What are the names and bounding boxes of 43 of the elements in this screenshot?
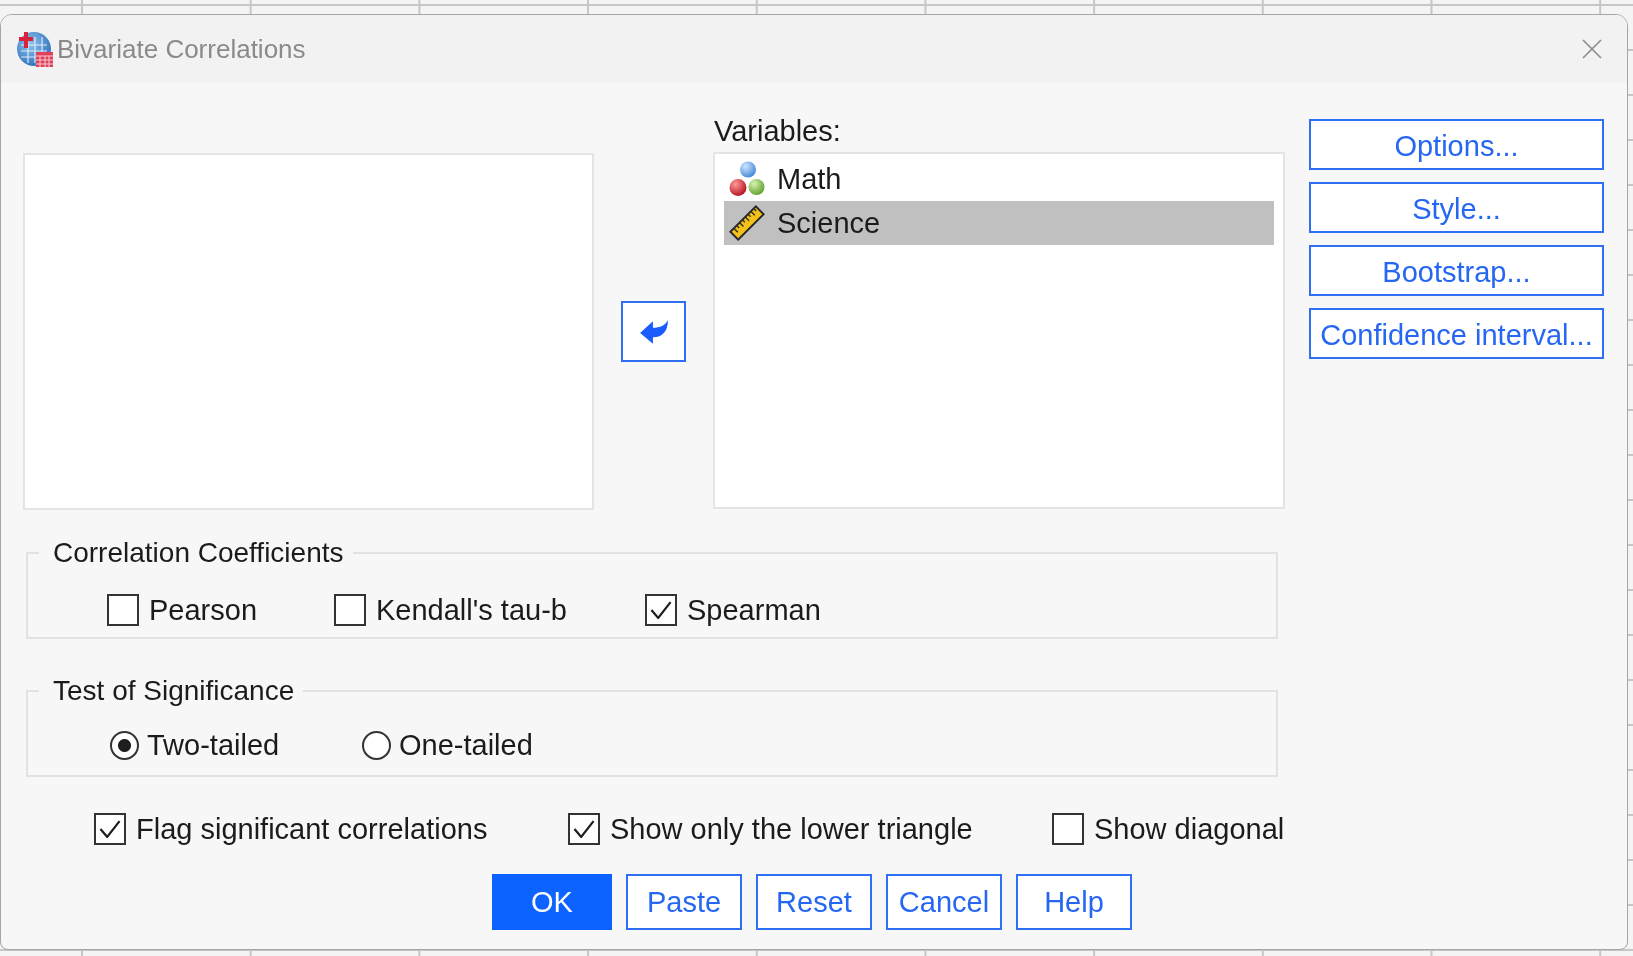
variable-name: Math (777, 162, 842, 196)
checkbox[interactable] (334, 594, 366, 626)
checkmark-icon (99, 820, 121, 838)
variable-item[interactable]: Science (724, 201, 1274, 245)
option-label: Show only the lower triangle (610, 812, 973, 846)
option-label: Spearman (687, 593, 821, 627)
list-label: Variables: (714, 114, 841, 148)
variable-list[interactable]: Math Science (713, 152, 1285, 509)
group-title: Correlation Coefficients (52, 537, 345, 569)
curved-arrow-icon (638, 318, 669, 345)
group-title: Test of Significance (52, 675, 296, 707)
dialog-button[interactable]: Help (1016, 874, 1132, 930)
radio-button[interactable] (362, 730, 391, 760)
dialog-button[interactable]: Options... (1309, 119, 1604, 170)
radio-button[interactable] (110, 730, 139, 760)
option-label: Two-tailed (147, 728, 280, 762)
variable-item[interactable]: Math (724, 157, 1274, 201)
close-button[interactable] (1582, 39, 1602, 59)
checkbox[interactable] (568, 813, 600, 845)
option-label: One-tailed (399, 728, 533, 762)
globe-table-icon (17, 31, 53, 67)
dialog-button[interactable]: Style... (1309, 182, 1604, 233)
option-label: Show diagonal (1094, 812, 1285, 846)
checkmark-icon (573, 820, 595, 838)
dialog-button[interactable]: Confidence interval... (1309, 308, 1604, 359)
three-balls-icon (729, 161, 765, 197)
option-label: Kendall's tau-b (376, 593, 567, 627)
checkbox[interactable] (645, 594, 677, 626)
checkbox[interactable] (1052, 813, 1084, 845)
checkmark-icon (650, 601, 672, 619)
checkbox[interactable] (107, 594, 139, 626)
dialog-button[interactable]: Cancel (886, 874, 1002, 930)
variable-name: Science (777, 206, 881, 240)
dialog-button[interactable]: OK (492, 874, 612, 930)
option-label: Flag significant correlations (136, 812, 488, 846)
checkbox[interactable] (94, 813, 126, 845)
dialog-button[interactable]: Paste (626, 874, 742, 930)
window-title: Bivariate Correlations (57, 33, 307, 65)
move-button[interactable] (621, 301, 686, 362)
dialog-button[interactable]: Bootstrap... (1309, 245, 1604, 296)
option-label: Pearson (149, 593, 257, 627)
dialog-button[interactable]: Reset (756, 874, 872, 930)
close-icon (1582, 39, 1602, 59)
